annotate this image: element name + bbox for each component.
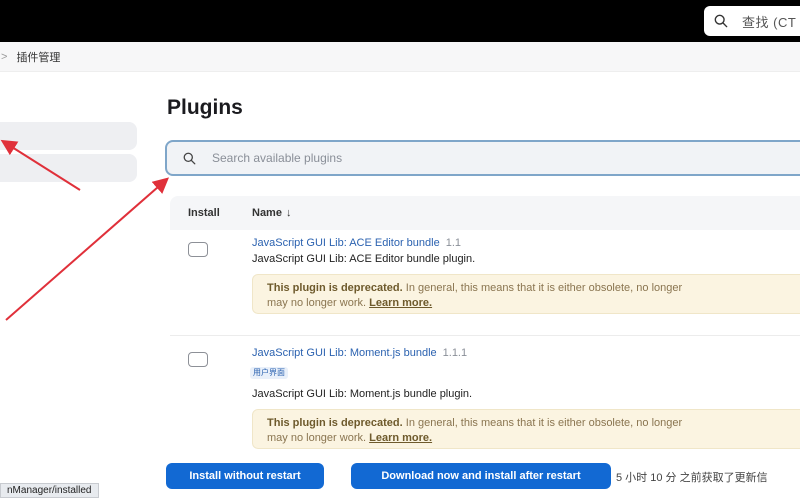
breadcrumb-item-plugin-manager[interactable]: 插件管理 <box>16 49 60 65</box>
column-header-name-label: Name <box>252 207 282 219</box>
download-install-after-restart-button[interactable]: Download now and install after restart <box>351 463 611 489</box>
warning-text: In general, this means that it is either… <box>405 282 683 294</box>
table-row: JavaScript GUI Lib: ACE Editor bundle 1.1… <box>170 232 800 336</box>
search-icon <box>183 152 196 164</box>
plugin-search-box[interactable] <box>165 140 800 176</box>
learn-more-link[interactable]: Learn more. <box>369 297 432 309</box>
status-bar-url: nManager/installed <box>0 483 99 498</box>
warning-text-cont: may no longer work. <box>267 432 367 444</box>
breadcrumb: > 插件管理 <box>0 42 800 72</box>
warning-text: In general, this means that it is either… <box>405 417 683 429</box>
search-icon <box>714 14 728 28</box>
table-header: Install Name ↓ <box>170 196 800 230</box>
deprecation-warning: This plugin is deprecated. In general, t… <box>252 274 800 314</box>
warning-line-2: may no longer work. Learn more. <box>267 431 800 446</box>
install-checkbox[interactable] <box>188 352 208 367</box>
plugin-search-input[interactable] <box>212 151 772 165</box>
table-row: JavaScript GUI Lib: Moment.js bundle 1.1.… <box>170 338 800 468</box>
plugin-name: JavaScript GUI Lib: Moment.js bundle <box>252 347 437 359</box>
learn-more-link[interactable]: Learn more. <box>369 432 432 444</box>
plugin-version: 1.1.1 <box>442 347 468 359</box>
plugin-description: JavaScript GUI Lib: ACE Editor bundle pl… <box>252 253 476 265</box>
global-search-placeholder: 查找 (CT <box>742 14 797 30</box>
column-header-name[interactable]: Name ↓ <box>252 207 291 219</box>
deprecation-warning: This plugin is deprecated. In general, t… <box>252 409 800 449</box>
breadcrumb-separator-icon: > <box>1 50 8 63</box>
plugin-version: 1.1 <box>445 237 462 249</box>
top-header-bar: 查找 (CT <box>0 0 800 42</box>
warning-line-1: This plugin is deprecated. In general, t… <box>267 281 800 296</box>
plugin-name: JavaScript GUI Lib: ACE Editor bundle <box>252 237 440 249</box>
warning-text-cont: may no longer work. <box>267 297 367 309</box>
page-title: Plugins <box>167 96 243 119</box>
warning-title: This plugin is deprecated. <box>267 282 403 294</box>
install-without-restart-button[interactable]: Install without restart <box>166 463 324 489</box>
sidebar-item-active[interactable] <box>0 122 137 150</box>
plugin-name-link[interactable]: JavaScript GUI Lib: Moment.js bundle 1.1.… <box>252 347 467 359</box>
category-tag[interactable]: 用户界面 <box>250 367 288 379</box>
plugins-table: Install Name ↓ JavaScript GUI Lib: ACE Ed… <box>170 196 800 468</box>
warning-line-1: This plugin is deprecated. In general, t… <box>267 416 800 431</box>
column-header-install: Install <box>188 207 220 219</box>
plugin-description: JavaScript GUI Lib: Moment.js bundle plu… <box>252 388 473 400</box>
sort-arrow-icon: ↓ <box>285 207 292 219</box>
warning-line-2: may no longer work. Learn more. <box>267 296 800 311</box>
update-info-text: 5 小时 10 分 之前获取了更新信 <box>616 472 768 484</box>
annotation-arrow-to-search <box>5 177 170 321</box>
global-search-box[interactable]: 查找 (CT <box>704 6 800 36</box>
install-checkbox[interactable] <box>188 242 208 257</box>
sidebar-item[interactable] <box>0 154 137 182</box>
warning-title: This plugin is deprecated. <box>267 417 403 429</box>
plugin-name-link[interactable]: JavaScript GUI Lib: ACE Editor bundle 1.1 <box>252 237 461 249</box>
